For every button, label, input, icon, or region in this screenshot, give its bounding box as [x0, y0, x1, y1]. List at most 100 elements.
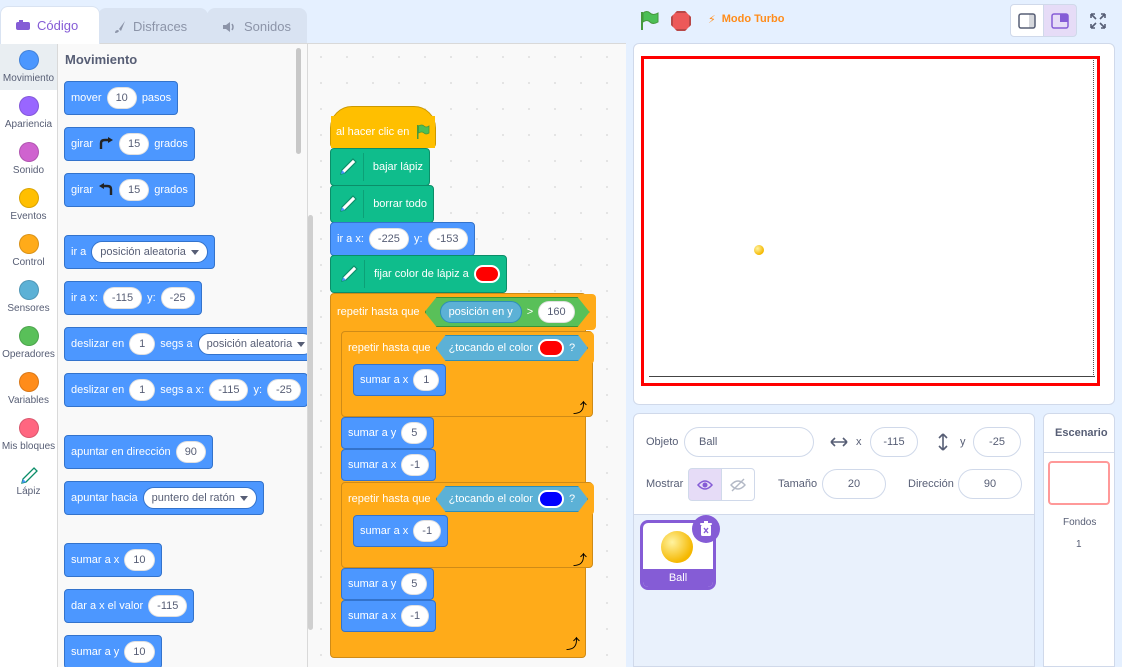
direction-input[interactable]: 90	[958, 469, 1022, 499]
degrees-input[interactable]: 15	[119, 133, 150, 155]
delete-sprite-button[interactable]	[692, 515, 720, 543]
y-change-input[interactable]: 5	[401, 573, 428, 595]
palette-scrollbar[interactable]	[296, 48, 301, 154]
block-erase-all[interactable]: borrar todo	[330, 185, 434, 223]
seconds-input[interactable]: 1	[129, 333, 156, 355]
block-change-y[interactable]: sumar a y 10	[64, 635, 162, 667]
block-glide-xy[interactable]: deslizar en 1 segs a x: -115 y: -25	[64, 373, 307, 407]
small-stage-button[interactable]	[1010, 4, 1044, 37]
sprite-name-value: Ball	[699, 436, 718, 448]
towards-dropdown[interactable]: puntero del ratón	[142, 487, 257, 509]
x-change-input[interactable]: 1	[413, 369, 440, 391]
tab-code[interactable]: Código	[0, 6, 100, 44]
tab-costumes[interactable]: Disfraces	[98, 8, 208, 44]
block-change-x[interactable]: sumar a x -1	[341, 449, 437, 481]
block-glide[interactable]: deslizar en 1 segs a posición aleatoria	[64, 327, 307, 361]
y-change-input[interactable]: 10	[124, 641, 155, 663]
block-pen-down[interactable]: bajar lápiz	[330, 148, 430, 186]
x-input[interactable]: -225	[368, 228, 409, 250]
show-sprite-button[interactable]	[688, 468, 722, 501]
backdrops-count: 1	[1076, 539, 1082, 550]
category-pen[interactable]: Lápiz	[0, 458, 57, 504]
x-value-input[interactable]: -115	[148, 595, 188, 617]
x-input[interactable]: -115	[209, 379, 249, 401]
touch-color-swatch[interactable]	[538, 339, 564, 357]
category-events[interactable]: Eventos	[0, 182, 57, 228]
normal-stage-button[interactable]	[1043, 4, 1077, 37]
x-change-input[interactable]: -1	[413, 520, 442, 542]
block-point-towards[interactable]: apuntar hacia puntero del ratón	[64, 481, 264, 515]
backdrop-thumbnail[interactable]	[1048, 461, 1110, 505]
category-control[interactable]: Control	[0, 228, 57, 274]
y-change-input[interactable]: 5	[401, 422, 428, 444]
green-flag-icon[interactable]	[638, 10, 660, 32]
hide-sprite-button[interactable]	[721, 468, 755, 501]
ball-sprite[interactable]	[754, 245, 764, 255]
block-text: mover	[71, 92, 102, 104]
block-palette: Movimiento mover 10 pasos girar 15 grado…	[58, 43, 308, 667]
green-flag-icon	[417, 124, 430, 139]
rotate-left-icon	[99, 183, 113, 195]
category-menu: Movimiento Apariencia Sonido Eventos Con…	[0, 43, 58, 667]
block-point-direction[interactable]: apuntar en dirección 90	[64, 435, 213, 469]
tab-sounds[interactable]: Sonidos	[207, 8, 307, 44]
sprite-name-input[interactable]: Ball	[684, 427, 814, 457]
goto-dropdown[interactable]: posición aleatoria	[91, 241, 208, 263]
stage-canvas[interactable]	[641, 56, 1100, 386]
block-text: sumar a x	[360, 374, 409, 386]
category-variables[interactable]: Variables	[0, 366, 57, 412]
touching-color-sensor[interactable]: ¿tocando el color ?	[436, 335, 589, 361]
x-change-input[interactable]: -1	[401, 605, 430, 627]
category-operators[interactable]: Operadores	[0, 320, 57, 366]
block-text: repetir hasta que	[348, 493, 431, 505]
size-input[interactable]: 20	[822, 469, 886, 499]
block-turn-left[interactable]: girar 15 grados	[64, 173, 195, 207]
x-change-input[interactable]: -1	[401, 454, 430, 476]
block-goto[interactable]: ir a posición aleatoria	[64, 235, 215, 269]
category-looks[interactable]: Apariencia	[0, 90, 57, 136]
category-motion[interactable]: Movimiento	[0, 44, 57, 90]
script-scrollbar[interactable]	[308, 215, 313, 630]
y-input[interactable]: -153	[427, 228, 468, 250]
direction-input[interactable]: 90	[175, 441, 206, 463]
y-input[interactable]: -25	[160, 287, 195, 309]
y-position-input[interactable]: -25	[973, 427, 1021, 457]
block-goto-xy[interactable]: ir a x: -225 y: -153	[330, 222, 475, 256]
block-text: girar	[71, 138, 94, 150]
seconds-input[interactable]: 1	[129, 379, 156, 401]
block-change-x[interactable]: sumar a x -1	[353, 515, 449, 547]
block-change-y[interactable]: sumar a y 5	[341, 417, 435, 449]
category-my-blocks[interactable]: Mis bloques	[0, 412, 57, 458]
touch-color-swatch[interactable]	[538, 490, 564, 508]
block-set-x[interactable]: dar a x el valor -115	[64, 589, 195, 623]
block-text: apuntar hacia	[71, 492, 138, 504]
block-turn-right[interactable]: girar 15 grados	[64, 127, 195, 161]
block-change-x[interactable]: sumar a x 1	[353, 364, 447, 396]
fullscreen-button[interactable]	[1081, 4, 1115, 37]
y-input[interactable]: -25	[267, 379, 301, 401]
x-change-input[interactable]: 10	[124, 549, 155, 571]
block-change-x[interactable]: sumar a x 10	[64, 543, 162, 577]
eye-slash-icon	[730, 478, 746, 491]
block-change-y[interactable]: sumar a y 5	[341, 568, 435, 600]
block-set-pen-color[interactable]: fijar color de lápiz a	[330, 255, 507, 293]
size-label: Tamaño	[778, 478, 818, 490]
y-value: -25	[989, 436, 1005, 448]
steps-input[interactable]: 10	[106, 87, 137, 109]
script-area[interactable]: al hacer clic en bajar lápiz borrar todo…	[308, 43, 626, 667]
category-sensing[interactable]: Sensores	[0, 274, 57, 320]
y-position-reporter[interactable]: posición en y	[440, 301, 522, 323]
stop-button[interactable]	[671, 11, 691, 31]
pen-color-swatch[interactable]	[473, 265, 500, 283]
block-move-steps[interactable]: mover 10 pasos	[64, 81, 179, 115]
degrees-input[interactable]: 15	[119, 179, 150, 201]
x-position-input[interactable]: -115	[870, 427, 918, 457]
category-sound[interactable]: Sonido	[0, 136, 57, 182]
compare-value-input[interactable]: 160	[538, 301, 574, 323]
glide-dropdown[interactable]: posición aleatoria	[197, 333, 307, 355]
block-goto-xy[interactable]: ir a x: -115 y: -25	[64, 281, 202, 315]
block-change-x[interactable]: sumar a x -1	[341, 600, 437, 632]
greater-than-operator[interactable]: posición en y > 160	[425, 297, 590, 327]
x-input[interactable]: -115	[102, 287, 143, 309]
touching-color-sensor[interactable]: ¿tocando el color ?	[436, 486, 589, 512]
